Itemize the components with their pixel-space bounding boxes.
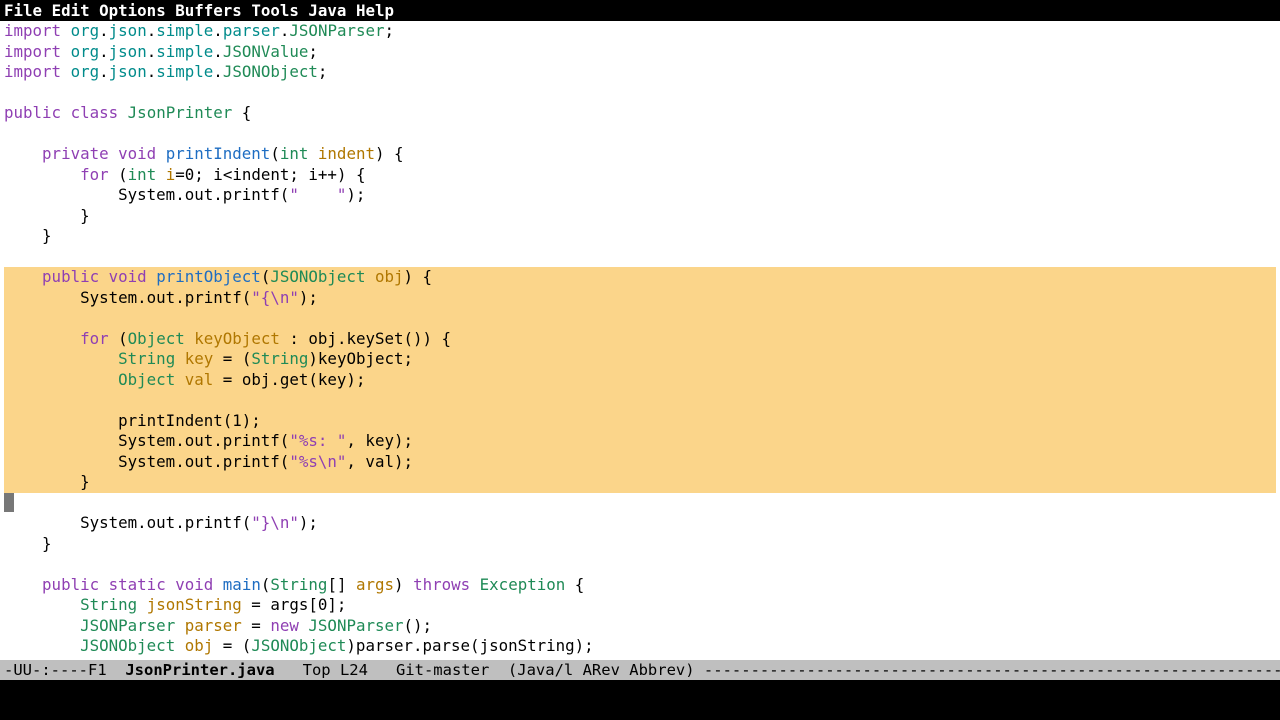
code-line[interactable]: JSONParser parser = new JSONParser(); (4, 616, 1276, 637)
code-line[interactable]: public class JsonPrinter { (4, 103, 1276, 124)
code-line[interactable] (4, 247, 1276, 268)
code-line[interactable]: } (4, 472, 1276, 493)
code-line[interactable]: System.out.printf("%s: ", key); (4, 431, 1276, 452)
code-line[interactable]: String key = (String)keyObject; (4, 349, 1276, 370)
code-line[interactable]: for (Object keyObject : obj.keySet()) { (4, 329, 1276, 350)
code-line[interactable]: } (4, 534, 1276, 555)
code-line[interactable] (4, 554, 1276, 575)
code-line[interactable] (4, 83, 1276, 104)
code-line[interactable]: System.out.printf("}\n"); (4, 513, 1276, 534)
menu-tools[interactable]: Tools (251, 1, 299, 20)
code-line[interactable]: for (int i=0; i<indent; i++) { (4, 165, 1276, 186)
code-line[interactable]: } (4, 206, 1276, 227)
code-line[interactable] (4, 124, 1276, 145)
code-line[interactable]: import org.json.simple.JSONValue; (4, 42, 1276, 63)
code-line[interactable]: import org.json.simple.parser.JSONParser… (4, 21, 1276, 42)
code-line[interactable]: public void printObject(JSONObject obj) … (4, 267, 1276, 288)
modeline-status: -UU-:----F1 (4, 661, 125, 679)
code-line[interactable] (4, 390, 1276, 411)
code-line[interactable]: JSONObject obj = (JSONObject)parser.pars… (4, 636, 1276, 657)
menu-help[interactable]: Help (356, 1, 394, 20)
menu-bar[interactable]: File Edit Options Buffers Tools Java Hel… (0, 0, 1280, 21)
editor-frame: File Edit Options Buffers Tools Java Hel… (0, 0, 1280, 680)
modeline-fill: ----------------------------------------… (704, 661, 1280, 679)
code-line[interactable]: private void printIndent(int indent) { (4, 144, 1276, 165)
code-line[interactable]: System.out.printf(" "); (4, 185, 1276, 206)
menu-options[interactable]: Options (99, 1, 166, 20)
modeline-info: Top L24 Git-master (Java/l ARev Abbrev) (275, 661, 704, 679)
menu-edit[interactable]: Edit (52, 1, 90, 20)
code-area[interactable]: import org.json.simple.parser.JSONParser… (0, 21, 1280, 657)
code-line[interactable]: System.out.printf("{\n"); (4, 288, 1276, 309)
code-line[interactable]: String jsonString = args[0]; (4, 595, 1276, 616)
menu-file[interactable]: File (4, 1, 42, 20)
mode-line: -UU-:----F1 JsonPrinter.java Top L24 Git… (0, 660, 1280, 680)
code-line[interactable]: } (4, 226, 1276, 247)
code-line[interactable]: Object val = obj.get(key); (4, 370, 1276, 391)
code-line[interactable] (4, 493, 1276, 514)
code-line[interactable]: public static void main(String[] args) t… (4, 575, 1276, 596)
code-line[interactable] (4, 308, 1276, 329)
code-line[interactable]: printIndent(1); (4, 411, 1276, 432)
code-line[interactable]: System.out.printf("%s\n", val); (4, 452, 1276, 473)
modeline-buffer-name: JsonPrinter.java (125, 661, 274, 679)
menu-buffers[interactable]: Buffers (175, 1, 242, 20)
menu-java[interactable]: Java (308, 1, 346, 20)
code-line[interactable]: import org.json.simple.JSONObject; (4, 62, 1276, 83)
